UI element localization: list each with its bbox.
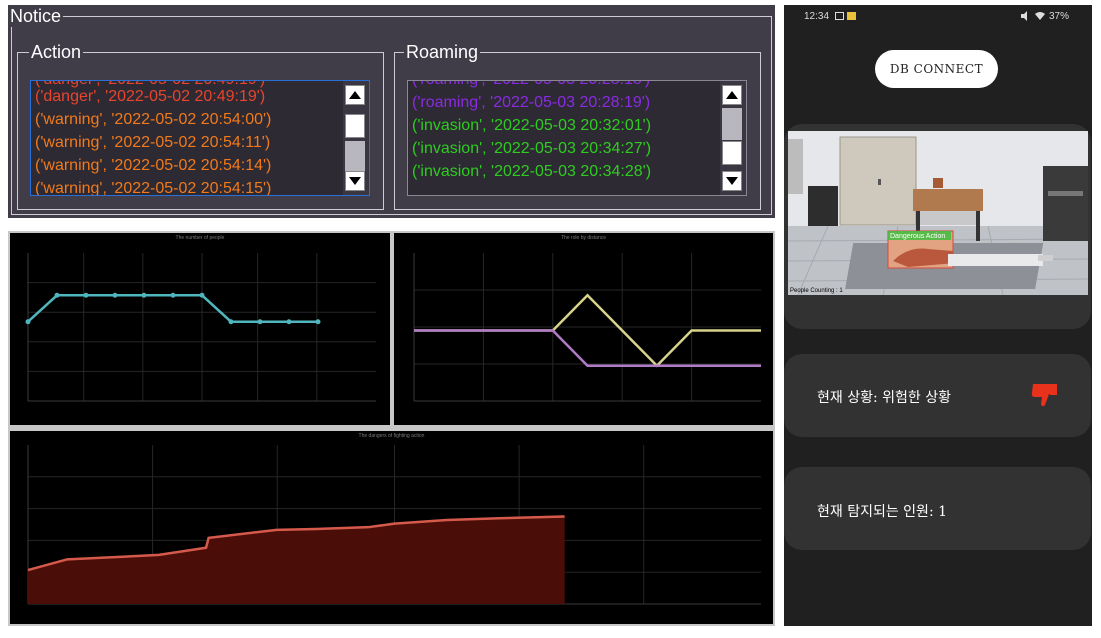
roaming-scrollbar[interactable] (720, 81, 746, 195)
action-line-0[interactable]: ('danger', '2022-05-02 20:49:19') (35, 87, 265, 107)
action-title: Action (29, 41, 84, 63)
grid (28, 253, 376, 401)
db-connect-button[interactable]: DB CONNECT (875, 50, 998, 88)
clock: 12:34 (804, 11, 830, 22)
roaming-title: Roaming (404, 41, 481, 63)
action-listbox[interactable]: ('danger', '2022-05-02 20:49:19') ('dang… (30, 80, 370, 196)
action-line-1[interactable]: ('warning', '2022-05-02 20:54:00') (35, 110, 271, 130)
roaming-scroll-track[interactable] (722, 108, 742, 140)
battery-level: 37% (1049, 11, 1070, 22)
data-point (54, 292, 60, 298)
up-arrow-icon[interactable] (345, 85, 365, 105)
notice-panel: Notice Action ('danger', '2022-05-02 20:… (8, 5, 775, 218)
series-line-1 (414, 329, 761, 368)
down-arrow-icon[interactable] (722, 171, 742, 191)
action-scrollbar[interactable] (343, 81, 369, 195)
distance-role-chart: The role by distance (394, 233, 773, 425)
data-point (83, 292, 89, 298)
roaming-line-2[interactable]: ('invasion', '2022-05-03 20:32:01') (412, 116, 651, 136)
fighting-danger-chart: The dangers of fighting action (10, 431, 773, 624)
phone-app: 12:34 37% DB CONNECT Dangerous Action Pe… (784, 5, 1092, 626)
mute-wifi-icon (1021, 11, 1045, 21)
camera-feed: Dangerous Action People Counting : 1 (788, 131, 1088, 295)
detection-label: Dangerous Action (890, 233, 945, 240)
data-point (25, 319, 31, 325)
roaming-scroll-thumb[interactable] (722, 141, 742, 165)
data-point (112, 292, 118, 298)
status-bar: 12:34 37% (784, 5, 1092, 27)
notice-title: Notice (8, 5, 64, 27)
roaming-line-4[interactable]: ('invasion', '2022-05-03 20:34:28') (412, 162, 651, 182)
up-arrow-icon[interactable] (722, 85, 742, 105)
roaming-line-0[interactable]: ('roaming', '2022-05-03 20:28:18') (412, 81, 650, 90)
action-scroll-track[interactable] (345, 141, 365, 171)
people-counter: People Counting : 1 (790, 288, 843, 294)
action-line-4[interactable]: ('warning', '2022-05-02 20:54:15') (35, 179, 271, 195)
roaming-listbox[interactable]: ('roaming', '2022-05-03 20:28:18') ('roa… (407, 80, 747, 196)
data-point (286, 319, 292, 325)
camera-card: Dangerous Action People Counting : 1 (784, 124, 1091, 329)
data-point (199, 292, 205, 298)
thumbs-down-icon (1031, 384, 1057, 407)
action-scroll-thumb[interactable] (345, 114, 365, 138)
status-card: 현재 상황: 위험한 상황 (784, 354, 1091, 437)
down-arrow-icon[interactable] (345, 171, 365, 191)
data-point (141, 292, 147, 298)
roaming-line-1[interactable]: ('roaming', '2022-05-03 20:28:19') (412, 93, 650, 113)
chart-canvas (25, 253, 376, 402)
chart-canvas (27, 445, 761, 605)
grid (414, 253, 761, 401)
people-card: 현재 탐지되는 인원: 1 (784, 467, 1091, 550)
people-count-chart: The number of people (10, 233, 390, 425)
data-point (228, 319, 234, 325)
charts-panel: The number of people The role by distanc… (8, 231, 775, 626)
chart-canvas (413, 253, 761, 402)
gallery-icon (835, 12, 844, 20)
people-detected-text: 현재 탐지되는 인원: 1 (817, 504, 948, 520)
action-line-3[interactable]: ('warning', '2022-05-02 20:54:14') (35, 156, 271, 176)
action-line-2[interactable]: ('warning', '2022-05-02 20:54:11') (35, 133, 270, 153)
roaming-line-3[interactable]: ('invasion', '2022-05-03 20:34:27') (412, 139, 651, 159)
notification-icon (847, 12, 856, 20)
data-point (170, 292, 176, 298)
current-status-text: 현재 상황: 위험한 상황 (817, 390, 951, 406)
data-point (315, 319, 321, 325)
series-line-0 (27, 294, 318, 323)
data-point (257, 319, 263, 325)
